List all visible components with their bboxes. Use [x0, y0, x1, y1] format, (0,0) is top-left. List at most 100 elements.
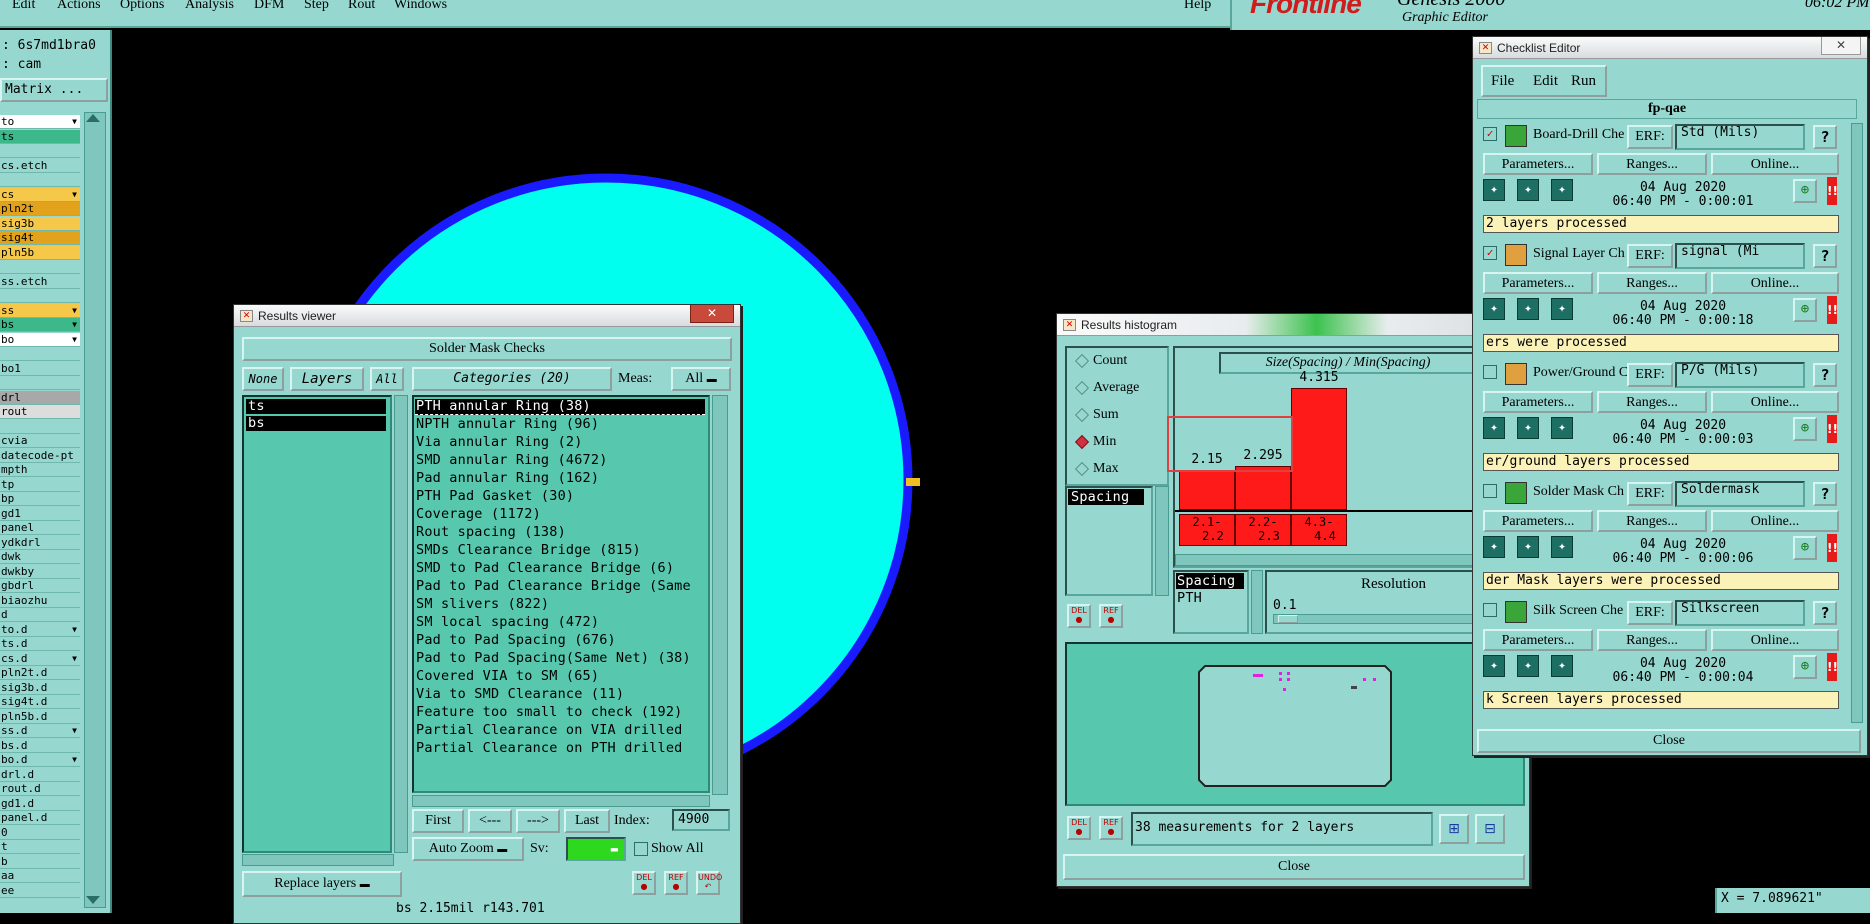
- menu-edit[interactable]: Edit: [12, 0, 35, 13]
- erf-field[interactable]: Std (Mils): [1675, 124, 1805, 150]
- menu-actions[interactable]: Actions: [57, 0, 101, 13]
- parameters-button[interactable]: Parameters...: [1483, 272, 1593, 294]
- erf-field[interactable]: signal (Mi: [1675, 243, 1805, 269]
- menu-options[interactable]: Options: [120, 0, 164, 13]
- category-item[interactable]: Via annular Ring (2): [416, 433, 583, 451]
- category-item[interactable]: Pad to Pad Clearance Bridge (Same: [416, 577, 691, 595]
- layer-row[interactable]: b: [0, 854, 80, 869]
- close-icon[interactable]: ✕: [1821, 37, 1861, 55]
- magnifier-icon[interactable]: ⊕: [1793, 536, 1817, 560]
- scroll-up-icon[interactable]: [86, 114, 100, 122]
- layer-row[interactable]: to.d ▼: [0, 622, 80, 637]
- attr-list-scroll[interactable]: [1251, 570, 1263, 634]
- run-check-icon[interactable]: ✦: [1551, 298, 1573, 320]
- ranges-button[interactable]: Ranges...: [1597, 153, 1707, 175]
- all-layers-button[interactable]: All: [370, 367, 404, 391]
- menu-run[interactable]: Run: [1571, 73, 1596, 90]
- layer-row[interactable]: gd1.d: [0, 796, 80, 811]
- layer-row[interactable]: bs ▼: [0, 318, 80, 332]
- layer-row[interactable]: gbdrl: [0, 579, 80, 593]
- histogram-bar[interactable]: [1291, 388, 1347, 510]
- menu-file[interactable]: File: [1491, 73, 1514, 90]
- ref-icon[interactable]: REF ●: [1099, 816, 1123, 840]
- check-enable-checkbox[interactable]: [1483, 603, 1497, 617]
- layer-row[interactable]: [0, 289, 80, 303]
- layer-row[interactable]: sig3b: [0, 216, 80, 231]
- layer-row[interactable]: tp: [0, 477, 80, 492]
- layer-row[interactable]: cvia: [0, 434, 80, 448]
- category-item[interactable]: PTH annular Ring (38): [416, 397, 591, 415]
- layer-row[interactable]: bo.d ▼: [0, 753, 80, 767]
- erf-field[interactable]: Soldermask: [1675, 481, 1805, 507]
- checks-vscroll[interactable]: [1851, 123, 1863, 723]
- category-item[interactable]: PTH Pad Gasket (30): [416, 487, 574, 505]
- check-enable-checkbox[interactable]: [1483, 365, 1497, 379]
- layer-item-ts[interactable]: ts: [248, 397, 265, 415]
- ranges-button[interactable]: Ranges...: [1597, 629, 1707, 651]
- layer-row[interactable]: to ▼: [0, 115, 80, 129]
- category-item[interactable]: SM local spacing (472): [416, 613, 599, 631]
- online-button[interactable]: Online...: [1711, 391, 1839, 413]
- magnifier-icon[interactable]: ⊕: [1793, 298, 1817, 322]
- menu-rout[interactable]: Rout: [348, 0, 375, 13]
- categories-vscroll[interactable]: [712, 395, 728, 795]
- sv-color-picker[interactable]: ▬: [566, 837, 626, 861]
- histogram-bar[interactable]: [1235, 466, 1291, 510]
- help-icon[interactable]: ?: [1813, 363, 1837, 387]
- run-check-icon[interactable]: ✦: [1483, 298, 1505, 320]
- layer-menu-icon[interactable]: ▼: [72, 304, 77, 317]
- run-check-icon[interactable]: ✦: [1517, 536, 1539, 558]
- help-icon[interactable]: ?: [1813, 125, 1837, 149]
- category-item[interactable]: Feature too small to check (192): [416, 703, 683, 721]
- run-check-icon[interactable]: ✦: [1517, 179, 1539, 201]
- last-button[interactable]: Last: [564, 809, 610, 833]
- category-item[interactable]: SMD annular Ring (4672): [416, 451, 608, 469]
- run-check-icon[interactable]: ✦: [1517, 655, 1539, 677]
- category-item[interactable]: Rout spacing (138): [416, 523, 566, 541]
- layer-row[interactable]: bs.d: [0, 738, 80, 753]
- layer-row[interactable]: [0, 144, 80, 158]
- run-check-icon[interactable]: ✦: [1483, 536, 1505, 558]
- category-item[interactable]: SMDs Clearance Bridge (815): [416, 541, 641, 559]
- category-item[interactable]: Partial Clearance on PTH drilled: [416, 739, 683, 757]
- menu-help[interactable]: Help: [1184, 0, 1211, 13]
- layer-menu-icon[interactable]: ▼: [72, 753, 77, 766]
- run-check-icon[interactable]: ✦: [1551, 655, 1573, 677]
- category-item[interactable]: SM slivers (822): [416, 595, 549, 613]
- undo-icon[interactable]: UNDO ↶: [696, 871, 722, 895]
- scroll-down-icon[interactable]: [86, 896, 100, 904]
- layer-row[interactable]: pln2t: [0, 202, 80, 216]
- category-item[interactable]: Pad to Pad Spacing(Same Net) (38): [416, 649, 691, 667]
- layer-row[interactable]: mpth: [0, 463, 80, 477]
- layer-row[interactable]: bp: [0, 492, 80, 506]
- ranges-button[interactable]: Ranges...: [1597, 272, 1707, 294]
- matrix-button[interactable]: Matrix ...: [0, 78, 108, 102]
- layer-menu-icon[interactable]: ▼: [72, 623, 77, 636]
- layer-menu-icon[interactable]: ▼: [72, 724, 77, 737]
- erf-field[interactable]: P/G (Mils): [1675, 362, 1805, 388]
- meas-dropdown[interactable]: All ▬: [671, 367, 731, 391]
- layer-row[interactable]: bo ▼: [0, 332, 80, 347]
- layer-row[interactable]: 0: [0, 825, 80, 840]
- layer-row[interactable]: cs ▼: [0, 187, 80, 202]
- layer-row[interactable]: [0, 173, 80, 187]
- mode-sum[interactable]: Sum: [1074, 406, 1119, 424]
- check-enable-checkbox[interactable]: ✓: [1483, 246, 1497, 260]
- layer-row[interactable]: ts: [0, 129, 80, 144]
- layers-pane-vscroll[interactable]: [394, 395, 408, 853]
- zoom-in-icon[interactable]: ⊞: [1439, 814, 1469, 844]
- online-button[interactable]: Online...: [1711, 153, 1839, 175]
- layer-row[interactable]: datecode-pt: [0, 448, 80, 463]
- layer-row[interactable]: aa: [0, 869, 80, 883]
- check-enable-checkbox[interactable]: [1483, 484, 1497, 498]
- measure-list-scroll[interactable]: [1155, 486, 1169, 596]
- run-check-icon[interactable]: ✦: [1551, 417, 1573, 439]
- menu-analysis[interactable]: Analysis: [185, 0, 234, 13]
- layer-row[interactable]: pln2t.d: [0, 666, 80, 680]
- category-item[interactable]: NPTH annular Ring (96): [416, 415, 599, 433]
- layers-pane-hscroll[interactable]: [242, 854, 394, 866]
- layer-row[interactable]: [0, 260, 80, 274]
- close-icon[interactable]: ✕: [690, 305, 734, 323]
- layer-row[interactable]: biaozhu: [0, 593, 80, 608]
- ranges-button[interactable]: Ranges...: [1597, 391, 1707, 413]
